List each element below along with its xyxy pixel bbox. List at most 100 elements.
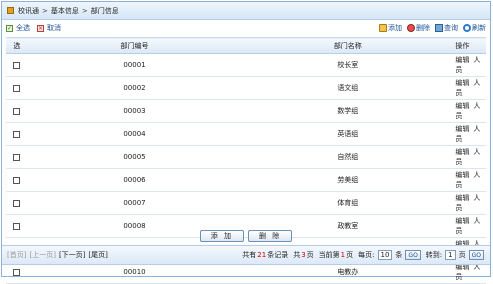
per-page-label: 每页:: [358, 251, 375, 259]
dept-name: 语文组: [241, 76, 455, 100]
jump-page-input[interactable]: 1: [445, 250, 456, 260]
table-row: 00005 自然组 编辑 人员: [6, 145, 486, 169]
toolbar: ✓ 全选 × 取消 添加 删除 查询 刷新: [2, 20, 490, 36]
total-prefix: 共有: [242, 251, 257, 259]
dept-code: 00004: [27, 122, 242, 146]
refresh-action[interactable]: 刷新: [463, 23, 486, 33]
row-checkbox[interactable]: [13, 153, 21, 161]
header-code: 部门编号: [27, 37, 242, 54]
per-page-go-button[interactable]: GO: [405, 250, 421, 260]
dept-name: 体育组: [241, 191, 455, 215]
row-select-cell: [6, 76, 28, 100]
jump-go-button[interactable]: GO: [468, 250, 484, 260]
check-icon: ✓: [6, 24, 13, 32]
breadcrumb-separator: >: [42, 6, 48, 15]
row-actions: 编辑人员: [454, 168, 486, 192]
edit-link[interactable]: 编辑: [455, 171, 469, 179]
refresh-icon: [463, 24, 471, 32]
dept-name: 英语组: [241, 122, 455, 146]
dept-name: 自然组: [241, 145, 455, 169]
action-buttons: 添 加 删 除: [2, 230, 490, 242]
add-action[interactable]: 添加: [379, 23, 402, 33]
prev-page-link: [上一页]: [29, 251, 56, 259]
row-select-cell: [6, 168, 28, 192]
row-actions: 编辑人员: [454, 76, 486, 100]
last-page-link[interactable]: [尾页]: [88, 250, 107, 260]
table-row: 00003 数学组 编辑 人员: [6, 99, 486, 123]
breadcrumb-item[interactable]: 基本信息: [51, 6, 79, 16]
dept-name: 数学组: [241, 99, 455, 123]
dept-code: 00005: [27, 145, 242, 169]
row-checkbox[interactable]: [13, 222, 21, 230]
dept-code: 00002: [27, 76, 242, 100]
dept-code: 00001: [27, 53, 242, 77]
edit-link[interactable]: 编辑: [455, 148, 469, 156]
edit-link[interactable]: 编辑: [455, 79, 469, 87]
row-actions: 编辑人员: [454, 53, 486, 77]
row-actions: 编辑人员: [454, 191, 486, 215]
delete-action[interactable]: 删除: [407, 23, 430, 33]
current-prefix: 当前第: [318, 251, 340, 259]
row-checkbox[interactable]: [13, 130, 21, 138]
row-checkbox[interactable]: [13, 268, 21, 276]
next-page-link[interactable]: [下一页]: [59, 250, 85, 260]
total-suffix: 条记录: [267, 251, 289, 259]
home-icon: [7, 7, 14, 14]
dept-code: 00006: [27, 168, 242, 192]
delete-button[interactable]: 删 除: [248, 230, 293, 242]
add-button[interactable]: 添 加: [199, 230, 244, 242]
total-count: 21: [257, 251, 267, 259]
per-page-unit: 条: [395, 251, 403, 259]
pages-prefix: 共: [293, 251, 301, 259]
add-link[interactable]: 添加: [388, 23, 402, 33]
edit-link[interactable]: 编辑: [455, 217, 469, 225]
edit-link[interactable]: 编辑: [455, 194, 469, 202]
pages-suffix: 页: [306, 251, 314, 259]
jump-label: 转到:: [425, 251, 443, 259]
breadcrumb-current: 部门信息: [90, 6, 119, 15]
current-suffix: 页: [346, 251, 354, 259]
table-row: 00006 劳美组 编辑 人员: [6, 168, 486, 192]
pages-count: 3: [301, 251, 306, 259]
dept-name: 劳美组: [241, 168, 455, 192]
per-page-input[interactable]: 10: [377, 250, 393, 260]
edit-link[interactable]: 编辑: [455, 102, 469, 110]
header-name: 部门名称: [241, 37, 455, 54]
pagination-bar: [首页] [上一页] [下一页] [尾页] 共有 21 条记录 共3页 当前第 1 页 …: [2, 245, 490, 265]
refresh-link[interactable]: 刷新: [472, 23, 486, 33]
delete-icon: [407, 24, 415, 32]
row-actions: 编辑人员: [454, 122, 486, 146]
header-select: 选: [6, 37, 28, 54]
breadcrumb-item[interactable]: 校讯通: [18, 6, 39, 16]
table-row: 00002 语文组 编辑 人员: [6, 76, 486, 100]
query-action[interactable]: 查询: [435, 23, 458, 33]
breadcrumb: 校讯通 > 基本信息 > 部门信息: [2, 2, 490, 20]
query-link[interactable]: 查询: [444, 23, 458, 33]
row-checkbox[interactable]: [13, 176, 21, 184]
main-panel: 校讯通 > 基本信息 > 部门信息 ✓ 全选 × 取消 添加 删除 查询 刷新 …: [1, 1, 491, 284]
row-checkbox[interactable]: [13, 84, 21, 92]
dept-code: 00007: [27, 191, 242, 215]
delete-link[interactable]: 删除: [416, 23, 430, 33]
table-row: 00004 英语组 编辑 人员: [6, 122, 486, 146]
row-checkbox[interactable]: [13, 107, 21, 115]
row-checkbox[interactable]: [13, 199, 21, 207]
breadcrumb-separator: >: [81, 6, 88, 15]
row-checkbox[interactable]: [13, 61, 21, 69]
current-page: 1: [340, 251, 346, 259]
select-all-link[interactable]: 全选: [16, 23, 30, 33]
row-actions: 编辑人员: [454, 145, 486, 169]
edit-link[interactable]: 编辑: [455, 125, 469, 133]
row-select-cell: [6, 122, 28, 146]
row-select-cell: [6, 99, 28, 123]
edit-link[interactable]: 编辑: [455, 56, 469, 64]
jump-unit: 页: [458, 251, 466, 259]
cancel-link[interactable]: 取消: [47, 23, 61, 33]
row-select-cell: [6, 191, 28, 215]
cancel-icon: ×: [37, 24, 44, 32]
first-page-link: [首页]: [7, 251, 27, 259]
query-icon: [435, 24, 443, 32]
dept-code: 00003: [27, 99, 242, 123]
add-icon: [379, 24, 387, 32]
row-select-cell: [6, 145, 28, 169]
